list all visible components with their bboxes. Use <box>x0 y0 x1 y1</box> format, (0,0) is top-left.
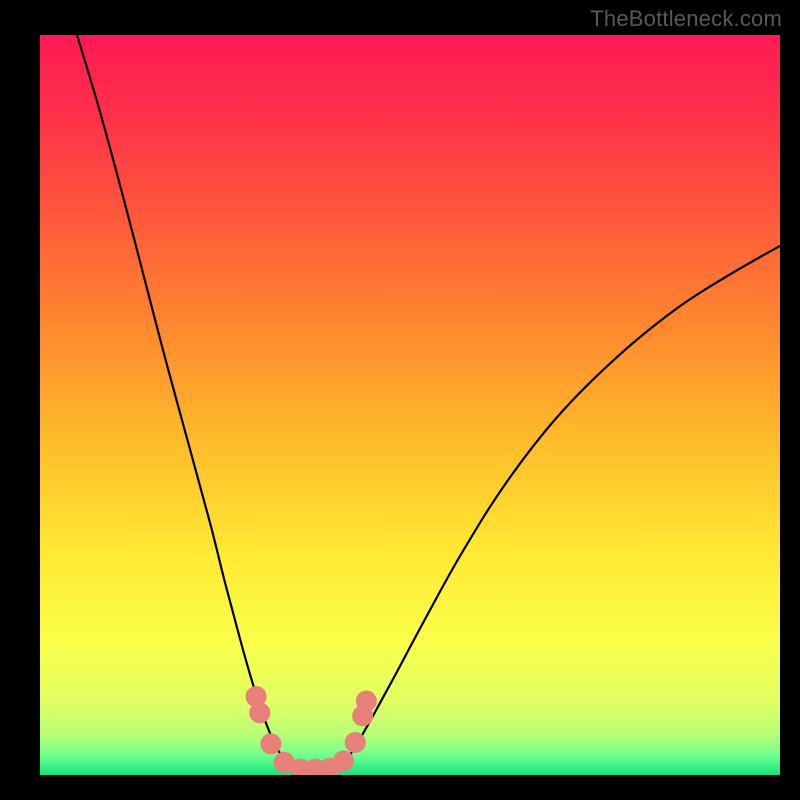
marker-point <box>345 732 365 752</box>
curve-layer <box>40 35 780 775</box>
watermark-text: TheBottleneck.com <box>590 6 782 32</box>
marker-point <box>333 751 353 771</box>
marker-point <box>356 691 376 711</box>
curve-right-branch <box>336 246 780 769</box>
marker-point <box>261 734 281 754</box>
chart-frame: TheBottleneck.com <box>0 0 800 800</box>
curve-left-branch <box>77 35 292 769</box>
marker-cluster <box>246 687 376 775</box>
marker-point <box>250 703 270 723</box>
plot-area <box>40 35 780 775</box>
